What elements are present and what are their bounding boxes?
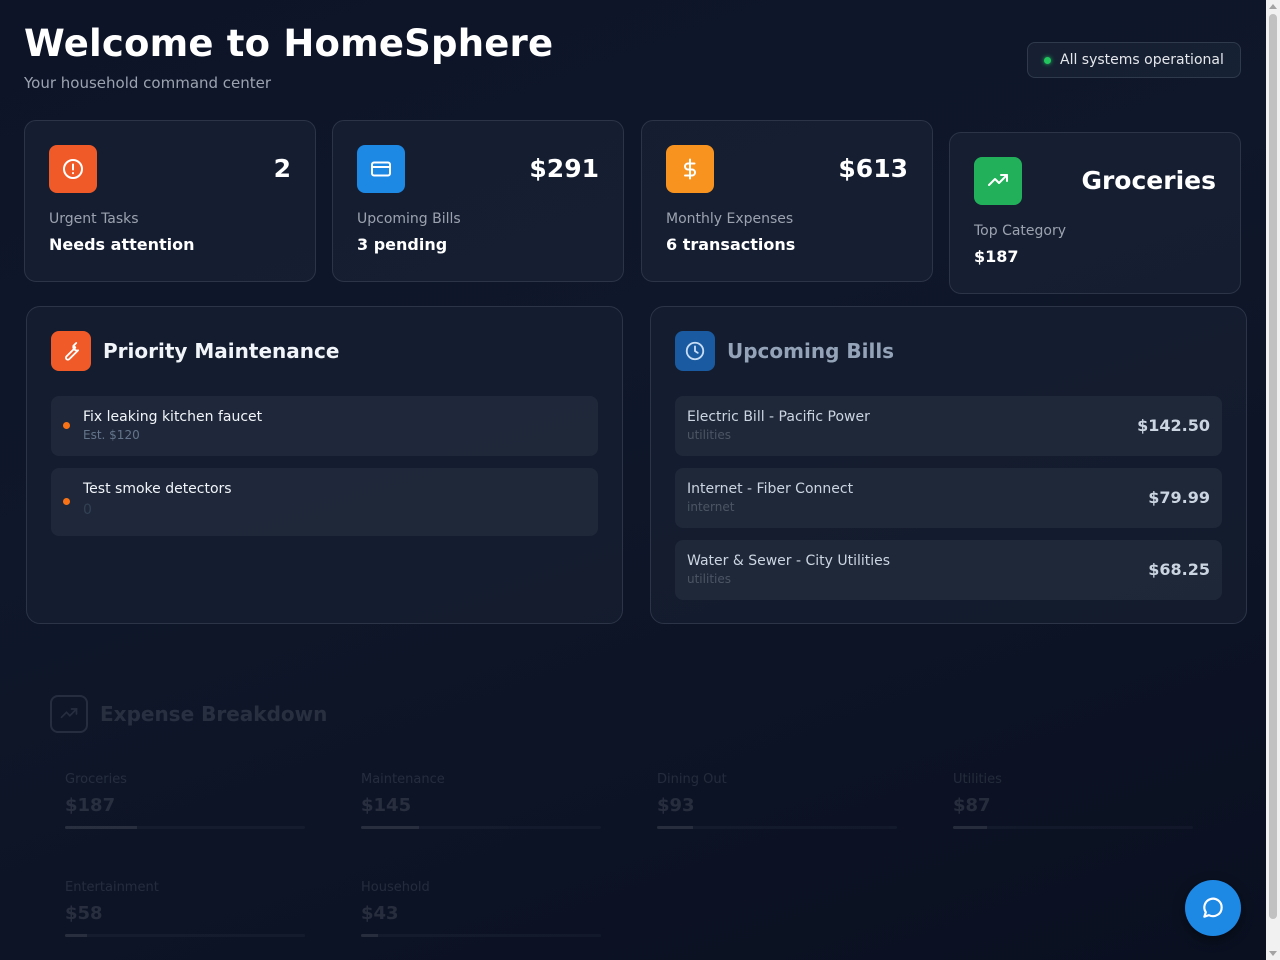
- stat-card-monthly-expenses[interactable]: $613 Monthly Expenses 6 transactions: [641, 120, 933, 282]
- priority-dot-icon: [63, 498, 70, 505]
- category-bar: [65, 934, 305, 937]
- stat-card-top-category[interactable]: Groceries Top Category $187: [949, 132, 1241, 294]
- category-name: Household: [361, 880, 430, 895]
- stat-sub: $187: [974, 247, 1019, 266]
- maintenance-item[interactable]: Test smoke detectors 0: [51, 468, 598, 536]
- stat-sub: 3 pending: [357, 235, 448, 254]
- expense-category: Maintenance $145: [361, 772, 611, 829]
- item-estimate: Est. $120: [83, 428, 140, 442]
- scroll-up-icon[interactable]: [1269, 4, 1277, 9]
- bill-category: internet: [687, 500, 735, 514]
- clock-icon: [675, 331, 715, 371]
- panel-header: Upcoming Bills: [675, 331, 894, 371]
- category-amount: $87: [953, 795, 991, 816]
- maintenance-item[interactable]: Fix leaking kitchen faucet Est. $120: [51, 396, 598, 456]
- system-status-badge: All systems operational: [1027, 42, 1241, 78]
- bill-amount: $142.50: [1137, 416, 1210, 435]
- bill-amount: $68.25: [1148, 560, 1210, 579]
- category-amount: $43: [361, 903, 399, 924]
- category-name: Maintenance: [361, 772, 445, 787]
- stat-card-urgent-tasks[interactable]: 2 Urgent Tasks Needs attention: [24, 120, 316, 282]
- stat-label: Urgent Tasks: [49, 211, 139, 227]
- panel-title: Upcoming Bills: [727, 339, 895, 363]
- category-bar: [361, 826, 601, 829]
- expense-category: Utilities $87: [953, 772, 1203, 829]
- panel-header: Priority Maintenance: [51, 331, 339, 371]
- item-estimate: 0: [83, 502, 92, 518]
- bill-name: Internet - Fiber Connect: [687, 481, 854, 497]
- page-title: Welcome to HomeSphere: [24, 22, 554, 65]
- expense-category: Household $43: [361, 880, 611, 937]
- scroll-down-icon[interactable]: [1269, 951, 1277, 956]
- status-dot-icon: [1044, 56, 1051, 64]
- category-bar: [953, 826, 1193, 829]
- page-scrollbar[interactable]: [1266, 0, 1280, 960]
- bill-category: utilities: [687, 572, 731, 586]
- section-header: Expense Breakdown: [50, 695, 327, 733]
- stat-sub: Needs attention: [49, 235, 195, 254]
- bill-category: utilities: [687, 428, 731, 442]
- expense-category: Entertainment $58: [65, 880, 315, 937]
- status-text: All systems operational: [1060, 52, 1224, 68]
- item-name: Test smoke detectors: [83, 481, 232, 497]
- expense-breakdown-section: Expense Breakdown Groceries $187 Mainten…: [0, 640, 1266, 960]
- category-name: Entertainment: [65, 880, 159, 895]
- trending-up-icon: [50, 695, 88, 733]
- category-amount: $58: [65, 903, 103, 924]
- stat-label: Top Category: [974, 223, 1067, 239]
- bill-name: Electric Bill - Pacific Power: [687, 409, 870, 425]
- category-amount: $93: [657, 795, 695, 816]
- bill-item[interactable]: Electric Bill - Pacific Power utilities …: [675, 396, 1222, 456]
- stat-label: Upcoming Bills: [357, 211, 461, 227]
- dashboard-page: Welcome to HomeSphere Your household com…: [0, 0, 1266, 960]
- item-name: Fix leaking kitchen faucet: [83, 409, 263, 425]
- stat-value: $291: [529, 154, 599, 183]
- section-title: Expense Breakdown: [100, 702, 328, 726]
- credit-card-icon: [357, 145, 405, 193]
- alert-circle-icon: [49, 145, 97, 193]
- priority-dot-icon: [63, 422, 70, 429]
- bill-amount: $79.99: [1148, 488, 1210, 507]
- stat-sub: 6 transactions: [666, 235, 796, 254]
- chat-bubble-icon: [1203, 897, 1223, 918]
- panel-title: Priority Maintenance: [103, 339, 340, 363]
- trending-up-icon: [974, 157, 1022, 205]
- category-bar: [657, 826, 897, 829]
- expense-category: Dining Out $93: [657, 772, 907, 829]
- dollar-icon: [666, 145, 714, 193]
- stat-value: $613: [838, 154, 908, 183]
- chat-button[interactable]: [1185, 880, 1241, 936]
- scrollbar-thumb[interactable]: [1269, 14, 1277, 919]
- expense-category: Groceries $187: [65, 772, 315, 829]
- wrench-icon: [51, 331, 91, 371]
- category-amount: $187: [65, 795, 116, 816]
- stat-value: Groceries: [1081, 166, 1216, 195]
- category-name: Groceries: [65, 772, 127, 787]
- bill-name: Water & Sewer - City Utilities: [687, 553, 891, 569]
- stat-card-upcoming-bills[interactable]: $291 Upcoming Bills 3 pending: [332, 120, 624, 282]
- stat-value: 2: [273, 154, 291, 183]
- category-amount: $145: [361, 795, 412, 816]
- priority-maintenance-panel: Priority Maintenance Fix leaking kitchen…: [26, 306, 623, 624]
- category-name: Dining Out: [657, 772, 727, 787]
- upcoming-bills-panel: Upcoming Bills Electric Bill - Pacific P…: [650, 306, 1247, 624]
- bill-item[interactable]: Internet - Fiber Connect internet $79.99: [675, 468, 1222, 528]
- bill-item[interactable]: Water & Sewer - City Utilities utilities…: [675, 540, 1222, 600]
- category-bar: [361, 934, 601, 937]
- stat-label: Monthly Expenses: [666, 211, 794, 227]
- page-subtitle: Your household command center: [24, 74, 272, 92]
- category-bar: [65, 826, 305, 829]
- category-name: Utilities: [953, 772, 1002, 787]
